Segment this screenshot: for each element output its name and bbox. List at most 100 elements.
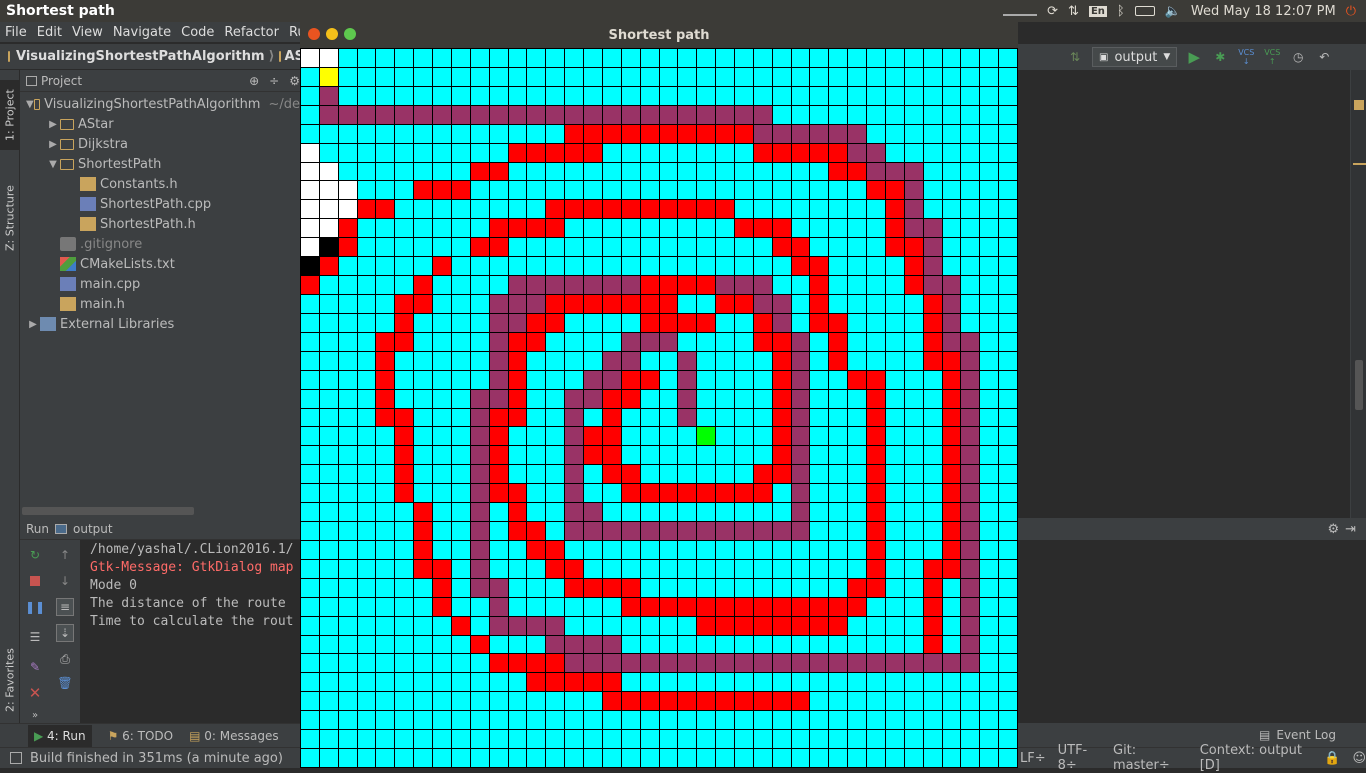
path-cell[interactable] [565,200,584,219]
empty-cell[interactable] [772,635,791,654]
print-icon[interactable]: ⎙ [56,650,74,668]
path-cell[interactable] [508,219,527,238]
empty-cell[interactable] [829,238,848,257]
empty-cell[interactable] [584,484,602,503]
path-cell[interactable] [546,654,565,673]
path-cell[interactable] [753,465,772,484]
empty-cell[interactable] [980,332,999,351]
empty-cell[interactable] [923,692,942,711]
empty-cell[interactable] [734,200,753,219]
scroll-down-icon[interactable]: ↓ [56,572,74,590]
visited-cell[interactable] [678,105,697,124]
vertical-scrollbar[interactable] [1355,360,1363,410]
empty-cell[interactable] [961,294,980,313]
empty-cell[interactable] [734,370,753,389]
empty-cell[interactable] [451,294,470,313]
tree-item[interactable]: ShortestPath.h [20,214,300,234]
visited-cell[interactable] [753,124,772,143]
empty-cell[interactable] [961,162,980,181]
empty-cell[interactable] [357,484,376,503]
empty-cell[interactable] [753,238,772,257]
empty-cell[interactable] [319,711,338,730]
empty-cell[interactable] [942,162,961,181]
visited-cell[interactable] [602,370,621,389]
visited-cell[interactable] [621,332,640,351]
empty-cell[interactable] [451,711,470,730]
empty-cell[interactable] [319,484,338,503]
empty-cell[interactable] [829,294,848,313]
empty-cell[interactable] [414,124,433,143]
empty-cell[interactable] [640,673,659,692]
empty-cell[interactable] [942,578,961,597]
empty-cell[interactable] [659,749,678,767]
empty-cell[interactable] [433,749,451,767]
empty-cell[interactable] [433,238,451,257]
empty-cell[interactable] [734,559,753,578]
visited-cell[interactable] [678,408,697,427]
path-cell[interactable] [659,313,678,332]
visited-cell[interactable] [810,124,829,143]
breadcrumb-project[interactable]: VisualizingShortestPathAlgorithm [16,49,265,64]
visited-cell[interactable] [791,389,810,408]
empty-cell[interactable] [489,635,508,654]
empty-cell[interactable] [697,49,716,67]
collapse-icon[interactable]: ÷ [269,74,279,88]
empty-cell[interactable] [678,503,697,522]
path-cell[interactable] [772,143,791,162]
empty-cell[interactable] [433,616,451,635]
pin-icon[interactable]: ✎ [26,658,44,676]
empty-cell[interactable] [451,597,470,616]
empty-cell[interactable] [319,522,338,540]
empty-cell[interactable] [451,200,470,219]
path-cell[interactable] [527,219,546,238]
visited-cell[interactable] [904,219,923,238]
empty-cell[interactable] [301,484,319,503]
empty-cell[interactable] [357,408,376,427]
path-cell[interactable] [885,219,904,238]
empty-cell[interactable] [470,200,489,219]
empty-cell[interactable] [678,673,697,692]
empty-cell[interactable] [414,200,433,219]
path-cell[interactable] [640,313,659,332]
empty-cell[interactable] [923,711,942,730]
empty-cell[interactable] [999,219,1017,238]
empty-cell[interactable] [810,484,829,503]
path-cell[interactable] [565,143,584,162]
path-cell[interactable] [395,332,414,351]
empty-cell[interactable] [319,351,338,370]
empty-cell[interactable] [376,711,395,730]
empty-cell[interactable] [772,711,791,730]
empty-cell[interactable] [923,370,942,389]
empty-cell[interactable] [508,49,527,67]
empty-cell[interactable] [565,370,584,389]
minimize-window-button[interactable] [326,28,338,40]
empty-cell[interactable] [848,219,867,238]
empty-cell[interactable] [923,105,942,124]
visited-cell[interactable] [961,389,980,408]
empty-cell[interactable] [565,749,584,767]
empty-cell[interactable] [395,540,414,559]
empty-cell[interactable] [489,673,508,692]
path-cell[interactable] [810,143,829,162]
visited-cell[interactable] [753,294,772,313]
empty-cell[interactable] [753,389,772,408]
empty-cell[interactable] [753,427,772,446]
battery-icon[interactable] [1134,6,1155,16]
visited-cell[interactable] [508,313,527,332]
empty-cell[interactable] [565,616,584,635]
empty-cell[interactable] [716,749,734,767]
empty-cell[interactable] [980,446,999,465]
empty-cell[interactable] [357,124,376,143]
wall-cell[interactable] [301,49,319,67]
visited-cell[interactable] [565,484,584,503]
empty-cell[interactable] [414,219,433,238]
path-cell[interactable] [829,597,848,616]
visited-cell[interactable] [678,522,697,540]
empty-cell[interactable] [376,654,395,673]
path-cell[interactable] [659,692,678,711]
path-cell[interactable] [659,294,678,313]
path-cell[interactable] [923,332,942,351]
empty-cell[interactable] [885,332,904,351]
git-branch[interactable]: Git: master÷ [1113,743,1188,773]
empty-cell[interactable] [980,124,999,143]
